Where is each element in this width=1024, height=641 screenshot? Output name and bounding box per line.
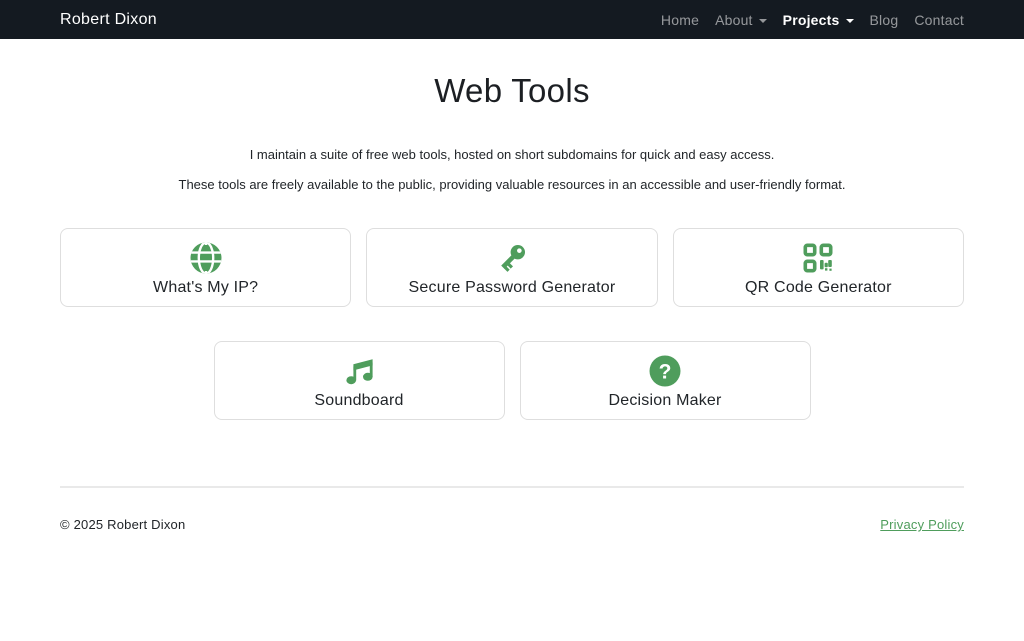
tool-label: Decision Maker [608, 392, 721, 410]
qr-code-icon [800, 240, 836, 276]
intro-paragraph-1: I maintain a suite of free web tools, ho… [60, 147, 964, 162]
nav-item-projects[interactable]: Projects [775, 12, 862, 28]
question-circle-icon: ? [647, 353, 683, 389]
tool-label: What's My IP? [153, 279, 258, 297]
key-icon [494, 240, 530, 276]
tool-card-soundboard[interactable]: Soundboard [214, 341, 505, 420]
main-content: Web Tools I maintain a suite of free web… [60, 72, 964, 532]
nav-item-label: Blog [870, 12, 899, 28]
chevron-down-icon [846, 19, 854, 23]
nav-item-label: Projects [783, 12, 840, 28]
tool-row-1: What's My IP? Secure Password Generator [60, 228, 964, 307]
tool-card-whats-my-ip[interactable]: What's My IP? [60, 228, 351, 307]
copyright-text: © 2025 Robert Dixon [60, 517, 185, 532]
tool-row-2: Soundboard ? Decision Maker [60, 341, 964, 420]
chevron-down-icon [759, 19, 767, 23]
nav-item-label: About [715, 12, 753, 28]
nav-item-blog[interactable]: Blog [862, 12, 907, 28]
nav-item-home[interactable]: Home [653, 12, 707, 28]
tool-label: Secure Password Generator [409, 279, 616, 297]
nav-item-contact[interactable]: Contact [906, 12, 964, 28]
tool-label: QR Code Generator [745, 279, 892, 297]
nav-item-label: Contact [914, 12, 964, 28]
music-note-icon [341, 353, 377, 389]
footer: © 2025 Robert Dixon Privacy Policy [60, 517, 964, 532]
tool-label: Soundboard [314, 392, 403, 410]
globe-icon [188, 240, 224, 276]
navbar: Robert Dixon Home About Projects Blog Co… [0, 0, 1024, 39]
page-title: Web Tools [60, 72, 964, 110]
privacy-policy-link[interactable]: Privacy Policy [880, 517, 964, 532]
tool-card-password-generator[interactable]: Secure Password Generator [366, 228, 657, 307]
intro-paragraph-2: These tools are freely available to the … [60, 177, 964, 192]
brand-link[interactable]: Robert Dixon [60, 11, 157, 29]
nav-item-label: Home [661, 12, 699, 28]
nav-links: Home About Projects Blog Contact [653, 12, 964, 28]
nav-item-about[interactable]: About [707, 12, 775, 28]
svg-text:?: ? [659, 361, 672, 384]
tool-card-qr-generator[interactable]: QR Code Generator [673, 228, 964, 307]
footer-divider [60, 486, 964, 488]
tool-card-decision-maker[interactable]: ? Decision Maker [520, 341, 811, 420]
